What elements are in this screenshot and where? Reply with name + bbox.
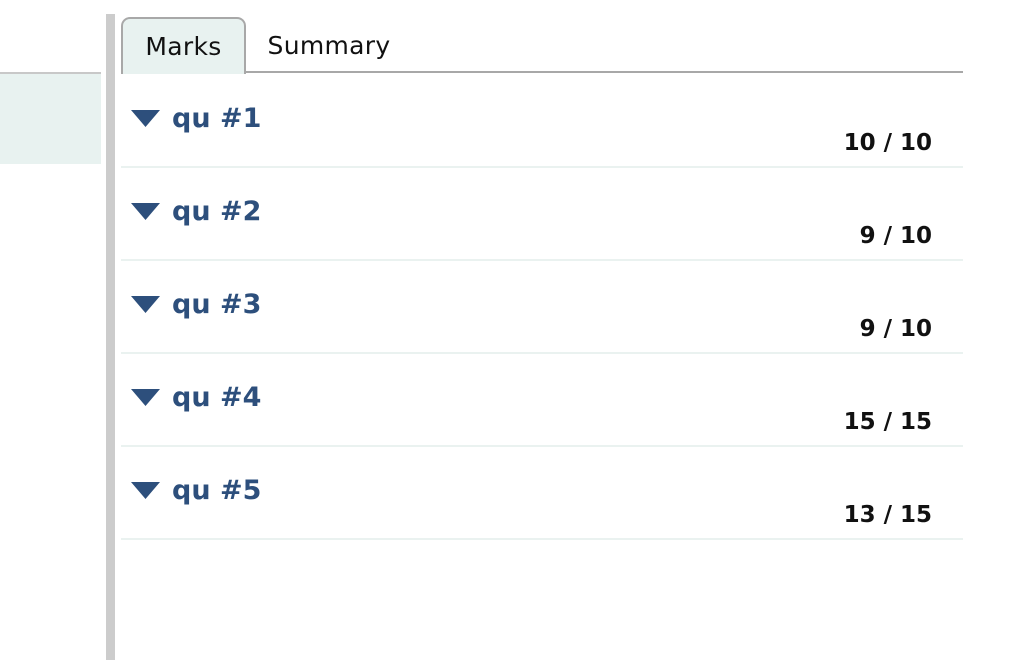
tab-marks[interactable]: Marks <box>121 17 246 74</box>
question-title: qu #2 <box>172 195 262 227</box>
question-title: qu #1 <box>172 102 262 134</box>
question-title: qu #3 <box>172 288 262 320</box>
question-list: qu #1 10 / 10 qu #2 9 / 10 qu #3 9 / 10 … <box>121 75 963 540</box>
question-row: qu #4 15 / 15 <box>121 354 963 447</box>
question-header[interactable]: qu #4 <box>131 380 261 414</box>
left-pane-selected-item[interactable] <box>0 74 101 164</box>
question-title: qu #5 <box>172 474 262 506</box>
question-header[interactable]: qu #1 <box>131 101 261 135</box>
question-row: qu #2 9 / 10 <box>121 168 963 261</box>
question-score: 13 / 15 <box>843 502 932 528</box>
results-panel: Marks Summary qu #1 10 / 10 qu #2 9 / 10… <box>121 0 963 660</box>
question-row: qu #3 9 / 10 <box>121 261 963 354</box>
question-header[interactable]: qu #2 <box>131 194 261 228</box>
caret-down-icon[interactable] <box>131 388 160 406</box>
question-score: 9 / 10 <box>859 316 932 342</box>
question-score: 10 / 10 <box>843 130 932 156</box>
question-score: 9 / 10 <box>859 223 932 249</box>
question-row: qu #5 13 / 15 <box>121 447 963 540</box>
tab-bar: Marks Summary <box>121 17 963 74</box>
pane-splitter[interactable] <box>106 14 115 660</box>
left-pane <box>0 0 101 660</box>
question-row: qu #1 10 / 10 <box>121 75 963 168</box>
caret-down-icon[interactable] <box>131 109 160 127</box>
caret-down-icon[interactable] <box>131 295 160 313</box>
question-header[interactable]: qu #3 <box>131 287 261 321</box>
question-score: 15 / 15 <box>843 409 932 435</box>
caret-down-icon[interactable] <box>131 481 160 499</box>
tab-summary[interactable]: Summary <box>246 17 412 73</box>
question-title: qu #4 <box>172 381 262 413</box>
caret-down-icon[interactable] <box>131 202 160 220</box>
question-header[interactable]: qu #5 <box>131 473 261 507</box>
